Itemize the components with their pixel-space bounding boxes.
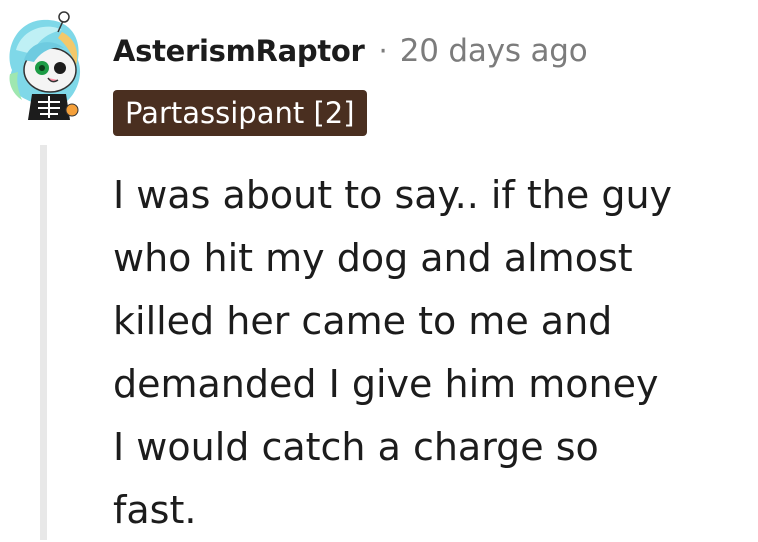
comment-body-text: I was about to say.. if the guy who hit … [113, 164, 743, 542]
comment-body-line: who hit my dog and almost [113, 236, 633, 280]
meta-separator: · [378, 34, 388, 68]
comment-body-line: fast. [113, 488, 197, 532]
comment-body-line: I would catch a charge so [113, 425, 599, 469]
comment-timestamp-link[interactable]: 20 days ago [400, 33, 588, 69]
comment-body-line: demanded I give him money [113, 362, 659, 406]
comment-body-line: killed her came to me and [113, 299, 613, 343]
thread-collapse-line[interactable] [40, 145, 47, 540]
user-avatar-icon[interactable] [2, 10, 92, 122]
comment-body-line: I was about to say.. if the guy [113, 173, 673, 217]
user-flair-badge: Partassipant [2] [113, 90, 367, 136]
comment-header: AsterismRaptor · 20 days ago [113, 28, 588, 74]
author-username-link[interactable]: AsterismRaptor [113, 34, 365, 68]
